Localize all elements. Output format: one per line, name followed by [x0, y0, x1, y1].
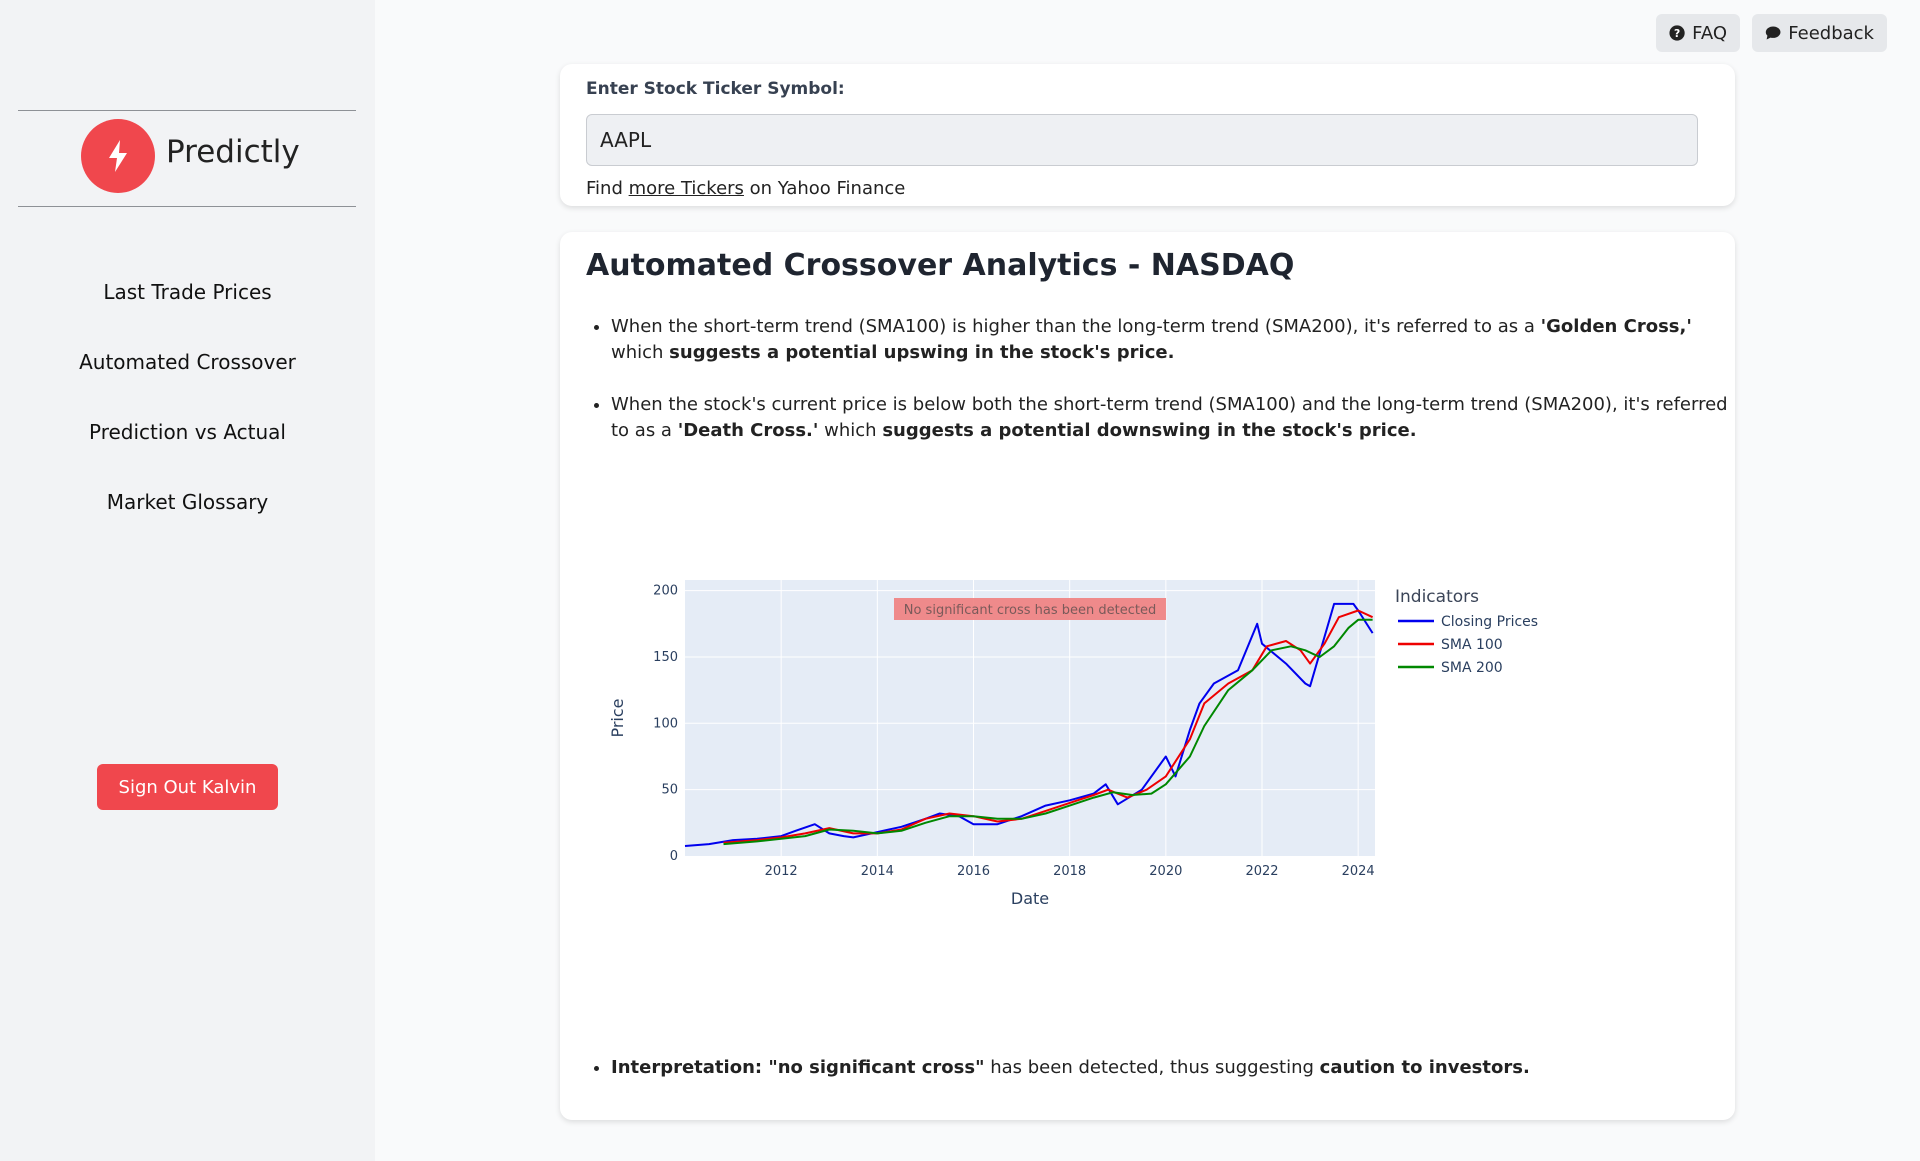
nav-prediction-vs-actual[interactable]: Prediction vs Actual [0, 420, 375, 444]
y-axis-label: Price [608, 698, 627, 737]
ticker-input[interactable] [586, 114, 1698, 166]
x-axis-label: Date [1011, 889, 1049, 908]
chat-bubble-icon [1765, 26, 1781, 40]
x-tick-label: 2024 [1342, 864, 1375, 879]
crossover-chart: No significant cross has been detected 2… [585, 469, 1711, 1031]
ticker-card: Enter Stock Ticker Symbol: Find more Tic… [560, 64, 1735, 206]
x-tick-label: 2012 [765, 864, 798, 879]
logo-bolt-icon [81, 119, 155, 193]
legend-item: SMA 200 [1441, 660, 1503, 676]
x-tick-label: 2018 [1053, 864, 1086, 879]
y-tick-label: 0 [670, 849, 678, 864]
y-tick-label: 50 [661, 783, 678, 798]
ticker-label: Enter Stock Ticker Symbol: [586, 79, 845, 99]
x-tick-label: 2014 [861, 864, 894, 879]
legend-item: Closing Prices [1441, 614, 1538, 630]
feedback-button[interactable]: Feedback [1752, 14, 1887, 52]
x-tick-label: 2022 [1245, 864, 1278, 879]
legend-title: Indicators [1395, 587, 1479, 607]
ticker-help-text: Find more Tickers on Yahoo Finance [586, 178, 906, 199]
sidebar: Predictly Last Trade Prices Automated Cr… [0, 0, 375, 1161]
y-tick-label: 200 [653, 584, 678, 599]
sign-out-button[interactable]: Sign Out Kalvin [97, 764, 278, 810]
nav-last-trade-prices[interactable]: Last Trade Prices [0, 280, 375, 304]
chart-svg: No significant cross has been detected 2… [608, 580, 1538, 908]
explanation-list: When the short-term trend (SMA100) is hi… [586, 314, 1731, 444]
sidebar-divider-top [18, 110, 356, 111]
more-tickers-link[interactable]: more Tickers [629, 178, 744, 199]
y-tick-label: 150 [653, 650, 678, 665]
golden-cross-explanation: When the short-term trend (SMA100) is hi… [611, 314, 1731, 366]
feedback-label: Feedback [1788, 22, 1874, 44]
chart-annotation: No significant cross has been detected [894, 598, 1166, 620]
annotation-text: No significant cross has been detected [904, 603, 1156, 618]
plot-area [685, 580, 1375, 856]
analytics-card: Automated Crossover Analytics - NASDAQ W… [560, 232, 1735, 1120]
death-cross-explanation: When the stock's current price is below … [611, 392, 1731, 444]
nav-automated-crossover[interactable]: Automated Crossover [0, 350, 375, 374]
chart-legend: Indicators Closing Prices SMA 100 SMA 200 [1395, 587, 1538, 676]
faq-button[interactable]: ? FAQ [1656, 14, 1740, 52]
interpretation-text: Interpretation: "no significant cross" h… [611, 1055, 1731, 1081]
legend-item: SMA 100 [1441, 637, 1503, 653]
analytics-title: Automated Crossover Analytics - NASDAQ [586, 248, 1295, 283]
x-tick-label: 2016 [957, 864, 990, 879]
x-tick-label: 2020 [1149, 864, 1182, 879]
svg-text:?: ? [1674, 27, 1680, 40]
interpretation-list: Interpretation: "no significant cross" h… [586, 1055, 1731, 1081]
question-circle-icon: ? [1669, 25, 1685, 41]
sidebar-divider-bottom [18, 206, 356, 207]
y-tick-label: 100 [653, 716, 678, 731]
brand-name: Predictly [166, 134, 300, 170]
nav-market-glossary[interactable]: Market Glossary [0, 490, 375, 514]
faq-label: FAQ [1692, 22, 1727, 44]
